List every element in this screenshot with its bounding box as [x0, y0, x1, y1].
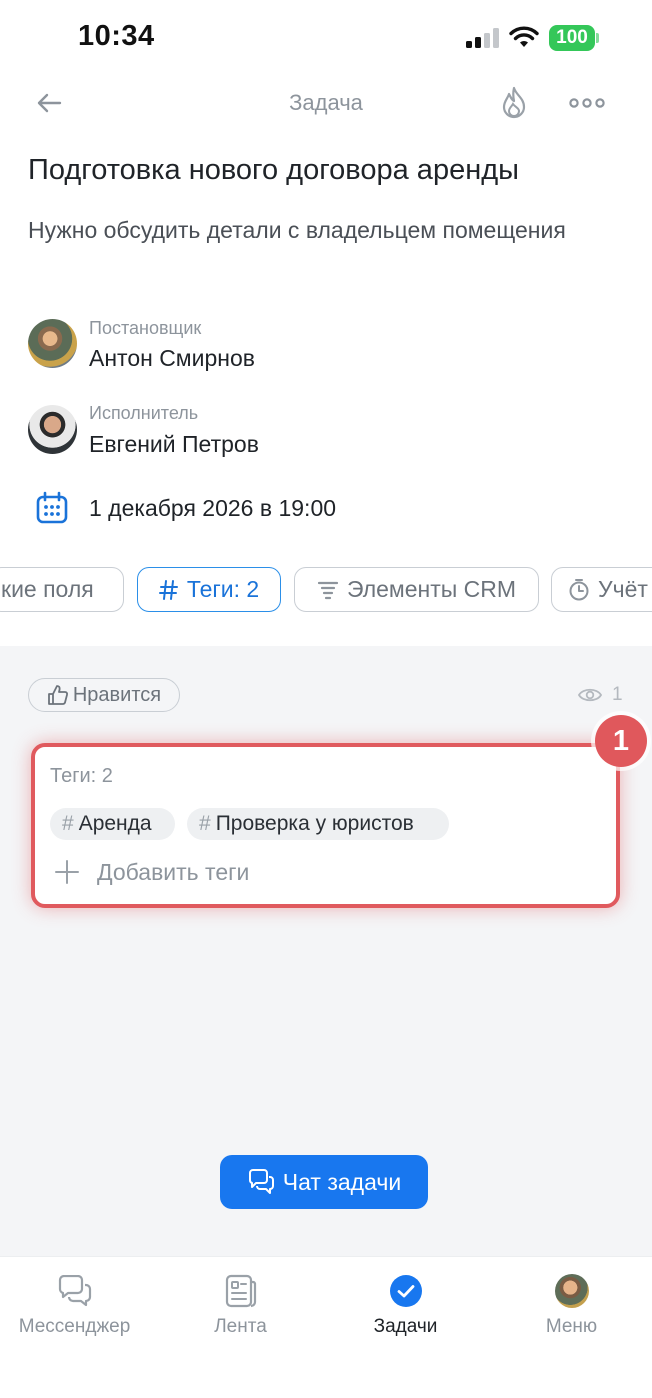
tag-hash: # [62, 812, 74, 835]
chip-tags[interactable]: Теги: 2 [137, 567, 281, 612]
tasks-check-icon [389, 1275, 422, 1307]
battery-indicator: 100 [549, 25, 595, 51]
tab-label: Мессенджер [18, 1316, 131, 1337]
tab-label: Задачи [373, 1316, 438, 1337]
assignee-avatar[interactable] [28, 405, 77, 454]
chat-bubbles-icon [248, 1169, 274, 1194]
views-count: 1 [612, 684, 623, 705]
creator-role-label: Постановщик [89, 318, 202, 338]
battery-tip [596, 33, 599, 43]
hash-icon [158, 579, 178, 600]
tag-item[interactable]: # Проверка у юристов [187, 808, 449, 840]
tab-messenger[interactable]: Мессенджер [0, 1256, 156, 1356]
tab-label: Лента [214, 1316, 267, 1337]
thumbs-up-icon [47, 685, 68, 705]
timer-icon [569, 578, 589, 600]
views-counter: 1 [578, 684, 623, 706]
chip-label: Учёт [598, 576, 648, 602]
messenger-icon [58, 1275, 91, 1307]
tab-tasks[interactable]: Задачи [324, 1256, 487, 1356]
crm-icon [317, 581, 339, 599]
task-description: Нужно обсудить детали с владельцем помещ… [28, 217, 566, 243]
page-title: Задача [289, 90, 363, 115]
more-options-icon[interactable] [569, 95, 605, 111]
chip-label: Теги: 2 [186, 576, 260, 602]
add-tags-button[interactable]: Добавить теги [97, 859, 249, 886]
status-time: 10:34 [78, 20, 155, 52]
creator-name[interactable]: Антон Смирнов [89, 345, 255, 372]
tab-feed[interactable]: Лента [159, 1256, 322, 1356]
feed-icon [225, 1274, 256, 1308]
chat-button-label: Чат задачи [282, 1168, 402, 1195]
assignee-name[interactable]: Евгений Петров [89, 431, 259, 458]
flame-icon[interactable] [500, 86, 528, 120]
assignee-role-label: Исполнитель [89, 403, 199, 423]
chip-time-tracking[interactable]: Учёт [551, 567, 652, 612]
task-title: Подготовка нового договора аренды [28, 154, 519, 186]
plus-icon[interactable] [55, 859, 79, 885]
tab-menu[interactable]: Меню [490, 1256, 652, 1356]
task-chat-button[interactable]: Чат задачи [220, 1155, 428, 1209]
tag-label: Аренда [78, 812, 152, 835]
tag-hash: # [199, 812, 211, 835]
like-button[interactable]: Нравится [28, 678, 180, 712]
chip-label: Элементы CRM [346, 576, 517, 602]
tag-label: Проверка у юристов [215, 812, 414, 835]
like-label: Нравится [72, 683, 162, 706]
creator-avatar[interactable] [28, 319, 77, 368]
wifi-icon [509, 26, 539, 47]
calendar-icon [36, 491, 68, 524]
cellular-signal-icon [466, 28, 499, 48]
tag-item[interactable]: # Аренда [50, 808, 175, 840]
deadline-text[interactable]: 1 декабря 2026 в 19:00 [89, 495, 336, 522]
chip-custom-fields[interactable]: кие поля [0, 567, 124, 612]
eye-icon [578, 688, 602, 702]
menu-avatar [554, 1274, 589, 1308]
chip-crm-elements[interactable]: Элементы CRM [294, 567, 539, 612]
chip-label: кие поля [1, 576, 94, 602]
tab-label: Меню [545, 1316, 598, 1337]
tags-card-title: Теги: 2 [50, 765, 113, 787]
step-number-badge: 1 [595, 715, 647, 767]
